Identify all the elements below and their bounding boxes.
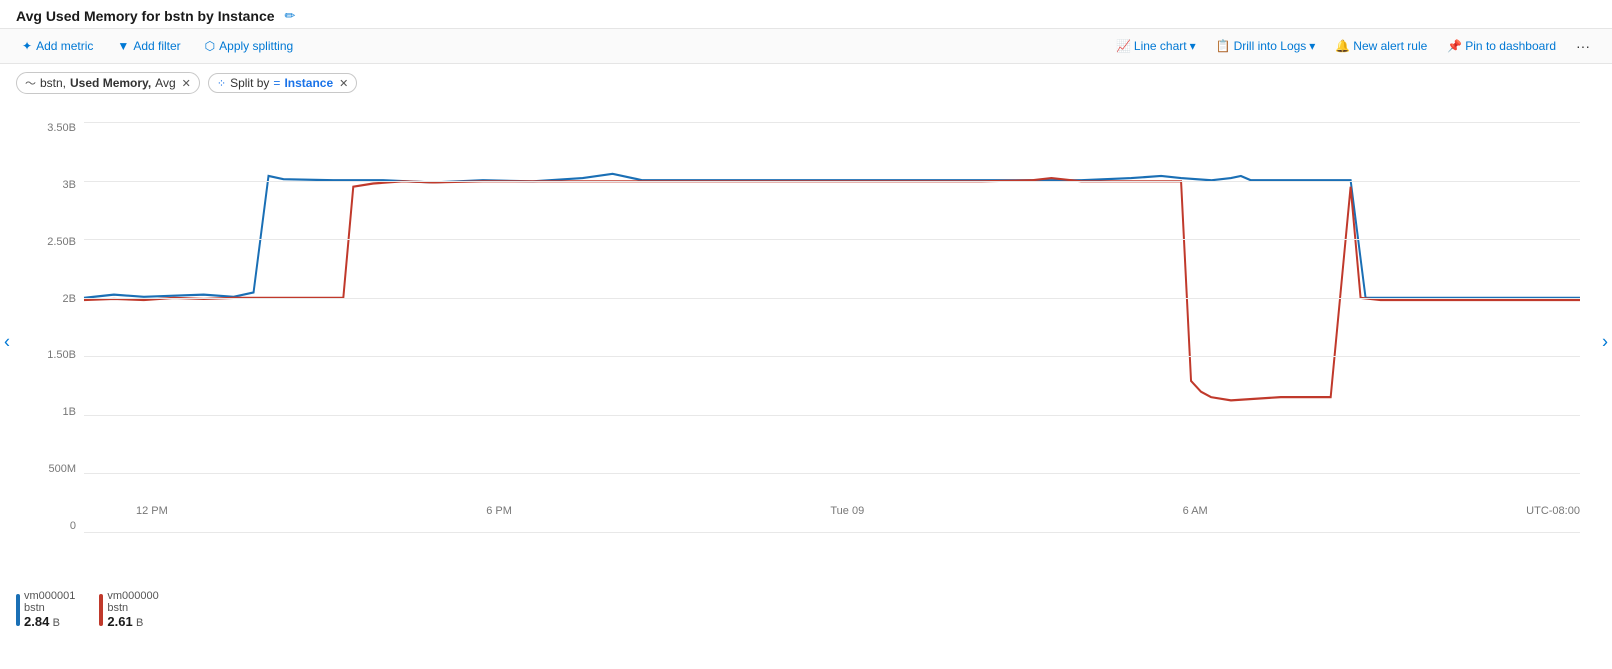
split-label: Split by bbox=[230, 76, 269, 90]
add-metric-label: Add metric bbox=[36, 39, 93, 53]
y-axis: 3.50B 3B 2.50B 2B 1.50B 1B 500M 0 bbox=[32, 122, 84, 532]
apply-splitting-label: Apply splitting bbox=[219, 39, 293, 53]
chart-area: 12 PM 6 PM Tue 09 6 AM UTC-08:00 bbox=[84, 122, 1580, 532]
legend-ns-blue: bstn bbox=[24, 602, 75, 614]
split-dots-icon: ⁘ bbox=[217, 77, 226, 90]
pin-label: Pin to dashboard bbox=[1465, 39, 1556, 53]
new-alert-rule-button[interactable]: 🔔 New alert rule bbox=[1329, 36, 1433, 56]
toolbar: ✦ Add metric ▼ Add filter ⬡ Apply splitt… bbox=[0, 28, 1612, 64]
grid-lines bbox=[84, 122, 1580, 532]
line-chart-button[interactable]: 📈 Line chart ▾ bbox=[1110, 36, 1202, 56]
y-label-150b: 1.50B bbox=[47, 349, 76, 361]
apply-splitting-button[interactable]: ⬡ Apply splitting bbox=[199, 36, 300, 56]
metric-pill[interactable]: 〜 bstn, Used Memory, Avg ✕ bbox=[16, 72, 200, 94]
split-pill[interactable]: ⁘ Split by = Instance ✕ bbox=[208, 73, 358, 93]
y-label-250b: 2.50B bbox=[47, 236, 76, 248]
add-metric-button[interactable]: ✦ Add metric bbox=[16, 36, 99, 56]
legend-id-red: vm000000 bbox=[107, 590, 158, 602]
metric-close-icon[interactable]: ✕ bbox=[182, 77, 191, 90]
grid-line-bottom bbox=[84, 532, 1580, 533]
y-label-500m: 500M bbox=[48, 463, 76, 475]
x-label-12pm: 12 PM bbox=[136, 505, 168, 517]
y-label-350b: 3.50B bbox=[47, 122, 76, 134]
legend-info-red: vm000000 bstn 2.61 B bbox=[107, 590, 158, 629]
chevron-down-icon-logs: ▾ bbox=[1309, 39, 1315, 53]
chart-inner: 3.50B 3B 2.50B 2B 1.50B 1B 500M 0 bbox=[32, 102, 1580, 582]
chart-container: ‹ › 3.50B 3B 2.50B 2B 1.50B 1B 500M 0 bbox=[0, 102, 1612, 582]
x-label-tue09: Tue 09 bbox=[830, 505, 864, 517]
metric-icon: 〜 bbox=[25, 75, 36, 91]
add-filter-button[interactable]: ▼ Add filter bbox=[111, 36, 186, 56]
legend-val-red: 2.61 B bbox=[107, 614, 158, 629]
more-options-button[interactable]: ··· bbox=[1570, 35, 1596, 57]
split-close-icon[interactable]: ✕ bbox=[339, 77, 348, 90]
toolbar-right: 📈 Line chart ▾ 📋 Drill into Logs ▾ 🔔 New… bbox=[1110, 35, 1596, 57]
legend-number-blue: 2.84 bbox=[24, 614, 49, 629]
x-label-utc: UTC-08:00 bbox=[1526, 505, 1580, 517]
toolbar-left: ✦ Add metric ▼ Add filter ⬡ Apply splitt… bbox=[16, 36, 1110, 56]
legend-color-blue bbox=[16, 594, 20, 626]
drill-logs-label: Drill into Logs bbox=[1234, 39, 1307, 53]
add-metric-icon: ✦ bbox=[22, 39, 32, 53]
legend-item-red: vm000000 bstn 2.61 B bbox=[99, 590, 158, 629]
legend-item-blue: vm000001 bstn 2.84 B bbox=[16, 590, 75, 629]
chart-nav-right[interactable]: › bbox=[1602, 332, 1608, 353]
grid-line-5 bbox=[84, 415, 1580, 416]
new-alert-label: New alert rule bbox=[1353, 39, 1427, 53]
grid-line-2 bbox=[84, 239, 1580, 240]
split-value: Instance bbox=[284, 76, 333, 90]
metric-prefix: bstn, bbox=[40, 76, 66, 90]
chart-nav-left[interactable]: ‹ bbox=[4, 332, 10, 353]
y-label-2b: 2B bbox=[63, 293, 76, 305]
chart-header: Avg Used Memory for bstn by Instance ✏ bbox=[0, 0, 1612, 28]
legend-number-red: 2.61 bbox=[107, 614, 132, 629]
x-label-6am: 6 AM bbox=[1183, 505, 1208, 517]
logs-icon: 📋 bbox=[1216, 39, 1231, 53]
drill-into-logs-button[interactable]: 📋 Drill into Logs ▾ bbox=[1210, 36, 1322, 56]
legend-info-blue: vm000001 bstn 2.84 B bbox=[24, 590, 75, 629]
y-label-3b: 3B bbox=[63, 179, 76, 191]
alert-icon: 🔔 bbox=[1335, 39, 1350, 53]
x-axis: 12 PM 6 PM Tue 09 6 AM UTC-08:00 bbox=[136, 505, 1580, 517]
legend-unit-red: B bbox=[136, 617, 143, 629]
split-eq: = bbox=[273, 76, 280, 90]
legend: vm000001 bstn 2.84 B vm000000 bstn 2.61 … bbox=[0, 582, 1612, 637]
legend-color-red bbox=[99, 594, 103, 626]
pin-to-dashboard-button[interactable]: 📌 Pin to dashboard bbox=[1441, 36, 1562, 56]
grid-line-3 bbox=[84, 298, 1580, 299]
legend-val-blue: 2.84 B bbox=[24, 614, 75, 629]
edit-title-icon[interactable]: ✏ bbox=[285, 8, 296, 24]
y-label-0: 0 bbox=[70, 520, 76, 532]
y-label-1b: 1B bbox=[63, 406, 76, 418]
legend-id-blue: vm000001 bbox=[24, 590, 75, 602]
line-chart-label: Line chart bbox=[1134, 39, 1187, 53]
legend-ns-red: bstn bbox=[107, 602, 158, 614]
grid-line-top bbox=[84, 122, 1580, 123]
line-chart-icon: 📈 bbox=[1116, 39, 1131, 53]
grid-line-4 bbox=[84, 356, 1580, 357]
legend-unit-blue: B bbox=[53, 617, 60, 629]
pin-icon: 📌 bbox=[1447, 39, 1462, 53]
x-label-6pm: 6 PM bbox=[486, 505, 512, 517]
chart-title: Avg Used Memory for bstn by Instance bbox=[16, 8, 275, 24]
split-icon: ⬡ bbox=[205, 39, 215, 53]
grid-line-1 bbox=[84, 181, 1580, 182]
grid-line-6 bbox=[84, 473, 1580, 474]
metric-suffix: Avg bbox=[155, 76, 175, 90]
add-filter-label: Add filter bbox=[133, 39, 180, 53]
pill-row: 〜 bstn, Used Memory, Avg ✕ ⁘ Split by = … bbox=[0, 64, 1612, 102]
filter-icon: ▼ bbox=[117, 39, 129, 53]
chevron-down-icon: ▾ bbox=[1190, 39, 1196, 53]
metric-bold: Used Memory, bbox=[70, 76, 151, 90]
